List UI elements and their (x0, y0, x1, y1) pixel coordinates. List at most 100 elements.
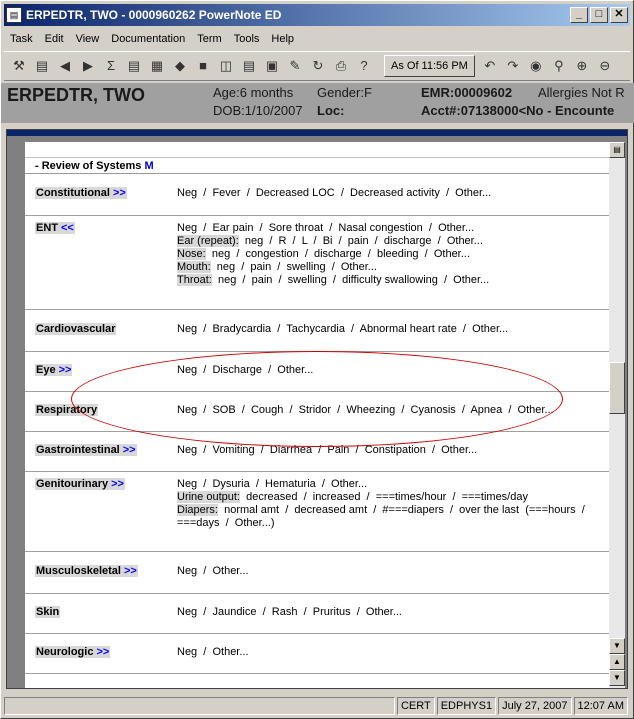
finding-line[interactable]: Ear (repeat): neg / R / L / Bi / pain / … (177, 235, 489, 248)
expand-arrow-icon[interactable]: >> (124, 565, 137, 577)
ros-label[interactable]: ENT << (35, 222, 75, 234)
ros-findings[interactable]: Neg / Other... (177, 565, 249, 578)
finding-line[interactable]: Urine output: decreased / increased / ==… (177, 491, 585, 504)
finding-options[interactable]: Neg / SOB / Cough / Stridor / Wheezing /… (177, 404, 554, 416)
expand-arrow-icon[interactable]: >> (59, 364, 72, 376)
page-down-icon[interactable]: ▼ (609, 670, 625, 686)
menu-edit[interactable]: Edit (39, 33, 70, 45)
scroll-page-icon[interactable]: ▤ (609, 142, 625, 158)
finding-options[interactable]: Neg / Ear pain / Sore throat / Nasal con… (177, 222, 474, 234)
ros-label[interactable]: Respiratory (35, 404, 99, 416)
card-icon[interactable]: ▣ (263, 57, 281, 75)
finding-line[interactable]: Neg / Jaundice / Rash / Pruritus / Other… (177, 606, 402, 619)
finding-line[interactable]: Mouth: neg / pain / swelling / Other... (177, 261, 489, 274)
menu-view[interactable]: View (70, 33, 106, 45)
ros-label[interactable]: Skin (35, 606, 61, 618)
section-marker[interactable]: M (144, 160, 153, 172)
ros-findings[interactable]: Neg / Vomiting / Diarrhea / Pain / Const… (177, 444, 477, 457)
finding-line[interactable]: Throat: neg / pain / swelling / difficul… (177, 274, 489, 287)
tools-icon[interactable]: ⚒ (10, 57, 28, 75)
binoculars-icon[interactable]: ◉ (527, 57, 545, 75)
form-icon[interactable]: ▤ (240, 57, 258, 75)
menu-task[interactable]: Task (4, 33, 39, 45)
ros-findings[interactable]: Neg / Discharge / Other... (177, 364, 313, 377)
book-icon[interactable]: ▤ (33, 57, 51, 75)
ros-findings[interactable]: Neg / SOB / Cough / Stridor / Wheezing /… (177, 404, 554, 417)
ros-findings[interactable]: Neg / Bradycardia / Tachycardia / Abnorm… (177, 323, 508, 336)
ros-label[interactable]: Cardiovascular (35, 323, 117, 335)
menu-term[interactable]: Term (191, 33, 227, 45)
finding-options[interactable]: Neg / Other... (177, 565, 249, 577)
finding-line[interactable]: Nose: neg / congestion / discharge / ble… (177, 248, 489, 261)
expand-arrow-icon[interactable]: >> (111, 478, 124, 490)
finding-options[interactable]: normal amt / decreased amt / #===diapers… (218, 504, 585, 516)
redo-icon[interactable]: ↷ (504, 57, 522, 75)
close-button[interactable]: ✕ (610, 7, 628, 23)
finding-options[interactable]: neg / pain / swelling / Other... (211, 261, 377, 273)
patient-allergies[interactable]: Allergies Not R (538, 85, 625, 100)
powernote-app-icon[interactable]: ▤ (6, 7, 22, 23)
vertical-scrollbar[interactable]: ▤ ▼ ▲ ▼ (609, 142, 625, 688)
finding-options[interactable]: decreased / increased / ===times/hour / … (240, 491, 528, 503)
finding-line[interactable]: Neg / Ear pain / Sore throat / Nasal con… (177, 222, 489, 235)
refresh-icon[interactable]: ↻ (309, 57, 327, 75)
ros-label[interactable]: Genitourinary >> (35, 478, 125, 490)
finding-options[interactable]: neg / pain / swelling / difficulty swall… (212, 274, 489, 286)
finding-options[interactable]: Neg / Bradycardia / Tachycardia / Abnorm… (177, 323, 508, 335)
finding-line[interactable]: Neg / Other... (177, 646, 249, 659)
ros-findings[interactable]: Neg / Fever / Decreased LOC / Decreased … (177, 187, 491, 200)
powernote-document[interactable]: - Review of Systems M Constitutional >> Ne… (25, 142, 609, 688)
finding-line[interactable]: Diapers: normal amt / decreased amt / #=… (177, 504, 585, 517)
undo-icon[interactable]: ↶ (481, 57, 499, 75)
finding-options[interactable]: Neg / Other... (177, 646, 249, 658)
maximize-button[interactable]: □ (590, 7, 608, 23)
finding-options[interactable]: Neg / Discharge / Other... (177, 364, 313, 376)
find-replace-icon[interactable]: ⚲ (550, 57, 568, 75)
title-bar[interactable]: ▤ ERPEDTR, TWO - 0000960262 PowerNote ED… (4, 4, 630, 26)
print-icon[interactable]: ⎙ (332, 57, 350, 75)
finding-options[interactable]: ===days / Other...) (177, 517, 275, 529)
as-of-button[interactable]: As Of 11:56 PM (384, 55, 475, 77)
help-cursor-icon[interactable]: ? (355, 57, 373, 75)
scrollbar-thumb[interactable] (609, 362, 625, 414)
finding-line[interactable]: ===days / Other...) (177, 517, 585, 530)
zoom-out-icon[interactable]: ⊖ (596, 57, 614, 75)
finding-line[interactable]: Neg / Vomiting / Diarrhea / Pain / Const… (177, 444, 477, 457)
ros-findings[interactable]: Neg / Dysuria / Hematuria / Other... Urin… (177, 478, 585, 530)
ros-findings[interactable]: Neg / Ear pain / Sore throat / Nasal con… (177, 222, 489, 287)
finding-line[interactable]: Neg / Bradycardia / Tachycardia / Abnorm… (177, 323, 508, 336)
finding-options[interactable]: Neg / Vomiting / Diarrhea / Pain / Const… (177, 444, 477, 456)
ros-label[interactable]: Gastrointestinal >> (35, 444, 137, 456)
ros-findings[interactable]: Neg / Jaundice / Rash / Pruritus / Other… (177, 606, 402, 619)
tag-icon[interactable]: ◆ (171, 57, 189, 75)
ros-label[interactable]: Neurologic >> (35, 646, 111, 658)
finding-options[interactable]: Neg / Dysuria / Hematuria / Other... (177, 478, 367, 490)
chart-icon[interactable]: ▤ (125, 57, 143, 75)
note-icon[interactable]: ✎ (286, 57, 304, 75)
stop-icon[interactable]: ■ (194, 57, 212, 75)
finding-options[interactable]: Neg / Fever / Decreased LOC / Decreased … (177, 187, 491, 199)
sigma-icon[interactable]: Σ (102, 57, 120, 75)
review-of-systems-title[interactable]: - Review of Systems M (35, 160, 154, 172)
finding-options[interactable]: neg / R / L / Bi / pain / discharge / Ot… (239, 235, 483, 247)
forward-arrow-icon[interactable]: ▶ (79, 57, 97, 75)
finding-line[interactable]: Neg / Other... (177, 565, 249, 578)
ros-label[interactable]: Eye >> (35, 364, 73, 376)
split-icon[interactable]: ◫ (217, 57, 235, 75)
back-arrow-icon[interactable]: ◀ (56, 57, 74, 75)
menu-documentation[interactable]: Documentation (105, 33, 191, 45)
expand-arrow-icon[interactable]: >> (123, 444, 136, 456)
menu-help[interactable]: Help (265, 33, 300, 45)
expand-arrow-icon[interactable]: >> (113, 187, 126, 199)
grid-icon[interactable]: ▦ (148, 57, 166, 75)
page-up-icon[interactable]: ▲ (609, 654, 625, 670)
ros-label[interactable]: Musculoskeletal >> (35, 565, 138, 577)
minimize-button[interactable]: _ (570, 7, 588, 23)
finding-line[interactable]: Neg / SOB / Cough / Stridor / Wheezing /… (177, 404, 554, 417)
scroll-down-icon[interactable]: ▼ (609, 638, 625, 654)
ros-label[interactable]: Constitutional >> (35, 187, 127, 199)
finding-options[interactable]: neg / congestion / discharge / bleeding … (206, 248, 470, 260)
finding-line[interactable]: Neg / Discharge / Other... (177, 364, 313, 377)
ros-findings[interactable]: Neg / Other... (177, 646, 249, 659)
zoom-in-icon[interactable]: ⊕ (573, 57, 591, 75)
